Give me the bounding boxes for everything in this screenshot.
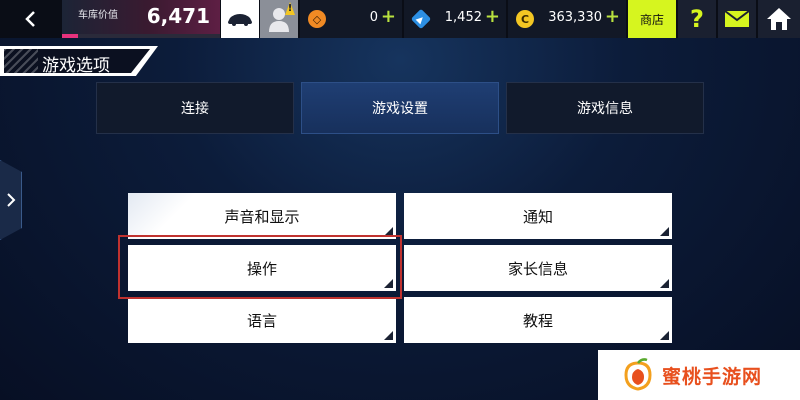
corner-triangle-icon [660,331,669,340]
garage-progress-fill [62,34,78,38]
back-button[interactable] [0,0,62,38]
help-button[interactable]: ? [678,0,716,38]
highlight-annotation-box [118,235,402,299]
profile-avatar-button[interactable]: ! [260,0,298,38]
tab-connection[interactable]: 连接 [96,82,294,134]
tab-game-info[interactable]: 游戏信息 [506,82,704,134]
avatar-silhouette-icon [269,8,289,32]
currency-credits[interactable]: C 363,330 + [508,0,626,38]
top-bar: 车库价值 6,471 ! ◇ 0 + ▲ 1,452 + C 363,330 +… [0,0,800,38]
home-button[interactable] [758,0,800,38]
watermark: 蜜桃手游网 [598,350,800,400]
car-icon [228,14,252,26]
corner-triangle-icon [384,331,393,340]
add-credits-button[interactable]: + [605,7,620,27]
credits-icon: C [516,10,534,28]
add-blueprint-button[interactable]: + [485,7,500,27]
currency-credits-value: 363,330 [548,10,602,25]
watermark-text: 蜜桃手游网 [662,365,763,388]
option-tutorial[interactable]: 教程 [404,297,672,343]
title-stripes-decoration [4,49,38,73]
currency-blueprint[interactable]: ▲ 1,452 + [404,0,506,38]
garage-value-number: 6,471 [146,4,210,28]
option-label: 通知 [522,207,553,226]
option-sound-display[interactable]: 声音和显示 [128,193,396,239]
coin-token-icon: ◇ [308,10,326,28]
tab-game-settings[interactable]: 游戏设置 [301,82,499,134]
option-parental-info[interactable]: 家长信息 [404,245,672,291]
corner-triangle-icon [660,227,669,236]
garage-value-panel: 车库价值 6,471 [62,0,220,38]
currency-token-value: 0 [369,10,378,25]
option-label: 语言 [246,311,277,330]
blueprint-gem-icon: ▲ [410,8,432,30]
side-expand-button[interactable] [0,160,22,240]
settings-tabs: 连接 游戏设置 游戏信息 [96,82,704,134]
option-label: 教程 [522,311,553,330]
peach-logo-icon [624,358,652,391]
add-token-button[interactable]: + [381,7,396,27]
page-title: 游戏选项 [42,56,110,76]
currency-blueprint-value: 1,452 [444,10,482,25]
home-icon [767,8,791,30]
option-notifications[interactable]: 通知 [404,193,672,239]
option-language[interactable]: 语言 [128,297,396,343]
corner-triangle-icon [660,279,669,288]
garage-progress-bar [62,34,220,38]
car-garage-button[interactable] [221,0,259,38]
question-mark-icon: ? [690,5,704,33]
chevron-right-icon [6,193,15,207]
garage-value-label: 车库价值 [78,10,118,21]
mail-envelope-icon [724,10,750,27]
mail-button[interactable] [718,0,756,38]
shop-button[interactable]: 商店 [628,0,676,38]
option-label: 家长信息 [507,259,568,278]
back-arrow-icon [25,11,35,27]
currency-token[interactable]: ◇ 0 + [300,0,402,38]
option-label: 声音和显示 [224,207,300,226]
